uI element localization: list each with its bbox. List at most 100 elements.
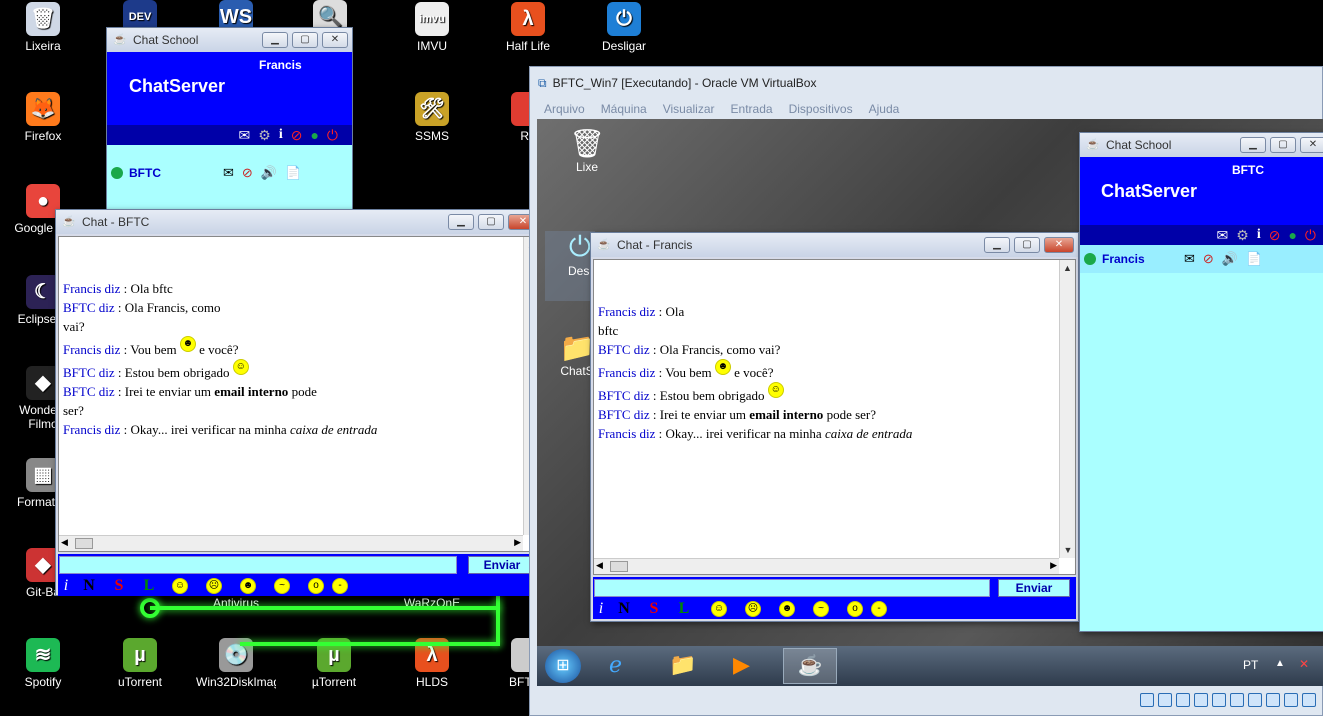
guest-icon-shutdown[interactable]: ⏻ Desl [545, 231, 595, 301]
start-button[interactable]: ⊞ [545, 649, 581, 683]
language-indicator[interactable]: PT [1243, 658, 1258, 672]
menu-item-dispositivos[interactable]: Dispositivos [789, 102, 853, 116]
minimize-button[interactable]: ▁ [262, 32, 288, 48]
desktop-icon-imvu[interactable]: imvu IMVU [392, 2, 472, 53]
vertical-scrollbar[interactable]: ▲ ▼ [1059, 260, 1075, 558]
scroll-right-icon[interactable]: ▶ [1050, 560, 1057, 571]
status-online-icon[interactable]: ● [1288, 228, 1296, 242]
surprised-icon[interactable]: o [847, 601, 863, 617]
message-input[interactable] [594, 579, 990, 597]
contact-item[interactable]: BFTC ✉ ⊘ 🔊 📄 [107, 159, 352, 187]
italic-button[interactable]: i [58, 577, 74, 595]
tray-arrow-icon[interactable]: ▲ [1275, 658, 1285, 669]
sad-icon[interactable]: ☹ [745, 601, 761, 617]
scroll-left-icon[interactable]: ◀ [596, 560, 603, 571]
minimize-button[interactable]: ▁ [984, 237, 1010, 253]
keyboard-status-icon[interactable] [1302, 693, 1316, 707]
network-status-icon[interactable] [1194, 693, 1208, 707]
guest-icon-recycle[interactable]: 🗑 Lixe [567, 127, 607, 174]
block-icon[interactable]: ⊘ [1203, 251, 1214, 267]
sad-icon[interactable]: ☹ [206, 578, 222, 594]
close-button[interactable]: ✕ [1300, 137, 1323, 153]
desktop-icon-utorrent[interactable]: µ uTorrent [100, 638, 180, 689]
scroll-right-icon[interactable]: ▶ [514, 537, 521, 548]
close-button[interactable]: ✕ [1044, 237, 1074, 253]
network-icon[interactable]: ✕ [1299, 657, 1309, 671]
desktop-icon-half-life[interactable]: λ Half Life [488, 2, 568, 53]
menu-item-arquivo[interactable]: Arquivo [544, 102, 585, 116]
scroll-left-icon[interactable]: ◀ [61, 537, 68, 548]
mail-icon[interactable]: ✉ [1184, 251, 1195, 267]
folder-icon[interactable]: 📁 [669, 652, 696, 678]
contact-item[interactable]: Francis ✉ ⊘ 🔊 📄 [1080, 245, 1323, 273]
gear-icon[interactable]: ⚙ [258, 128, 271, 142]
desktop-icon-desligar[interactable]: ⏻ Desligar [584, 2, 664, 53]
worried-icon[interactable]: ~ [274, 578, 290, 594]
status-online-icon[interactable]: ● [310, 128, 318, 142]
info-icon[interactable]: i [1257, 228, 1261, 242]
minimize-button[interactable]: ▁ [1240, 137, 1266, 153]
display-status-icon[interactable] [1230, 693, 1244, 707]
file-icon[interactable]: 📄 [1246, 251, 1262, 267]
message-area[interactable]: Francis diz : Ola bftc BFTC diz : Ola Fran… [593, 259, 1076, 575]
block-icon[interactable]: ⊘ [242, 165, 253, 181]
desktop-icon-spotify[interactable]: ≋ Spotify [3, 638, 83, 689]
send-button[interactable]: Enviar [468, 556, 536, 574]
menu-item-máquina[interactable]: Máquina [601, 102, 647, 116]
maximize-button[interactable]: ▢ [292, 32, 318, 48]
scroll-up-icon[interactable]: ▲ [1060, 260, 1075, 276]
internet-explorer-icon[interactable]: ℯ [609, 652, 622, 678]
file-icon[interactable]: 📄 [285, 165, 301, 181]
message-input[interactable] [59, 556, 457, 574]
scroll-thumb[interactable] [75, 538, 93, 549]
horizontal-scrollbar[interactable]: ◀ ▶ [594, 558, 1059, 574]
smile-icon[interactable]: ☺ [172, 578, 188, 594]
menu-item-entrada[interactable]: Entrada [731, 102, 773, 116]
bold-button[interactable]: N [74, 577, 104, 595]
record-status-icon[interactable] [1266, 693, 1280, 707]
strike-button[interactable]: L [134, 577, 164, 595]
media-player-icon[interactable]: ▶ [733, 652, 750, 678]
desktop-icon-firefox[interactable]: 🦊 Firefox [3, 92, 83, 143]
block-icon[interactable]: ⊘ [1269, 228, 1281, 242]
info-icon[interactable]: i [279, 128, 283, 142]
menu-item-ajuda[interactable]: Ajuda [869, 102, 900, 116]
shared-status-icon[interactable] [1212, 693, 1226, 707]
smile-icon[interactable]: ☺ [711, 601, 727, 617]
menu-item-visualizar[interactable]: Visualizar [663, 102, 715, 116]
desktop-icon-lixeira[interactable]: 🗑 Lixeira [3, 2, 83, 53]
maximize-button[interactable]: ▢ [1270, 137, 1296, 153]
mail-icon[interactable]: ✉ [1217, 228, 1229, 242]
maximize-button[interactable]: ▢ [478, 214, 504, 230]
neutral-icon[interactable]: - [332, 578, 348, 594]
usb-status-icon[interactable] [1176, 693, 1190, 707]
gear-icon[interactable]: ⚙ [1236, 228, 1249, 242]
underline-button[interactable]: S [639, 600, 669, 618]
speaker-icon[interactable]: 🔊 [261, 165, 277, 181]
tongue-icon[interactable]: ☻ [240, 578, 256, 594]
java-taskbar-icon[interactable]: ☕ [783, 648, 837, 684]
underline-button[interactable]: S [104, 577, 134, 595]
block-icon[interactable]: ⊘ [291, 128, 303, 142]
speaker-icon[interactable]: 🔊 [1222, 251, 1238, 267]
mail-icon[interactable]: ✉ [223, 165, 234, 181]
message-area[interactable]: Francis diz : Ola bftc BFTC diz : Ola Fra… [58, 236, 540, 552]
cd-status-icon[interactable] [1158, 693, 1172, 707]
disk-status-icon[interactable] [1140, 693, 1154, 707]
capture-status-icon[interactable] [1284, 693, 1298, 707]
send-button[interactable]: Enviar [998, 579, 1070, 597]
scroll-thumb[interactable] [610, 561, 628, 572]
neutral-icon[interactable]: - [871, 601, 887, 617]
scroll-down-icon[interactable]: ▼ [1060, 542, 1075, 558]
maximize-button[interactable]: ▢ [1014, 237, 1040, 253]
italic-button[interactable]: i [593, 600, 609, 618]
desktop-icon-ssms[interactable]: 🛠 SSMS [392, 92, 472, 143]
close-button[interactable]: ✕ [322, 32, 348, 48]
mail-icon[interactable]: ✉ [239, 128, 251, 142]
power-icon[interactable]: ⏻ [1305, 228, 1316, 242]
minimize-button[interactable]: ▁ [448, 214, 474, 230]
tongue-icon[interactable]: ☻ [779, 601, 795, 617]
worried-icon[interactable]: ~ [813, 601, 829, 617]
video-status-icon[interactable] [1248, 693, 1262, 707]
power-icon[interactable]: ⏻ [327, 128, 338, 142]
